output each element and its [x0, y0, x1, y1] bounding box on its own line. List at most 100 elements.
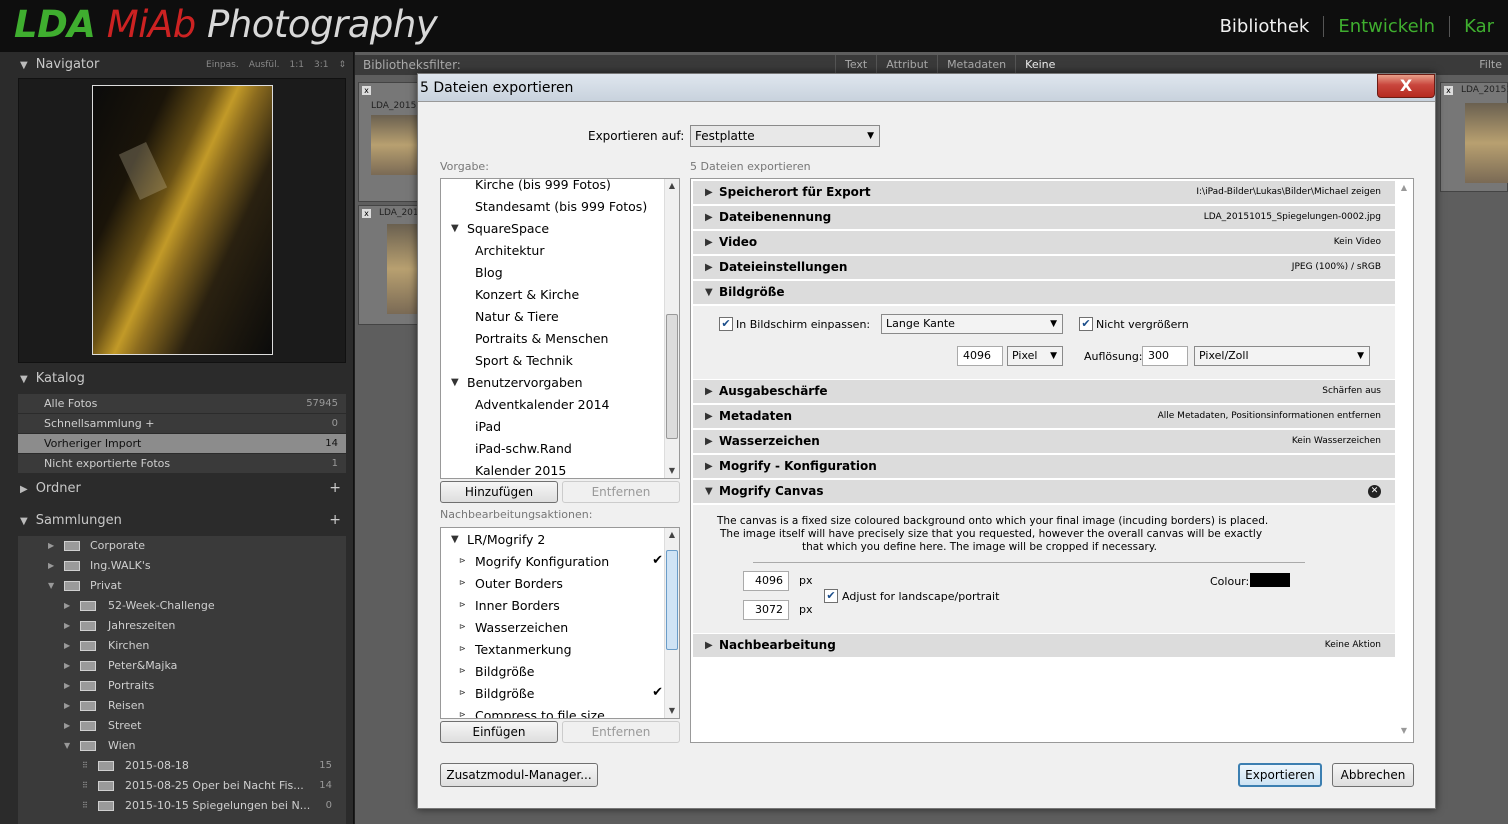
- collapse-triangle-icon[interactable]: ▼: [48, 576, 54, 596]
- adjust-orientation-checkbox[interactable]: ✔: [824, 589, 838, 603]
- collapse-triangle-icon[interactable]: ▼: [451, 534, 459, 545]
- section-watermark[interactable]: ▶ Wasserzeichen Kein Wasserzeichen: [693, 430, 1395, 454]
- catalog-item-quick-collection[interactable]: Schnellsammlung +0: [18, 414, 346, 434]
- post-action-item[interactable]: ⊳ Mogrify Konfiguration ✔: [459, 553, 663, 569]
- grid-cell[interactable]: x LDA_20151: [1440, 82, 1508, 192]
- expand-triangle-icon[interactable]: ▶: [705, 411, 713, 422]
- section-file-naming[interactable]: ▶ Dateibenennung LDA_20151015_Spiegelungen…: [693, 206, 1395, 230]
- module-map[interactable]: Kar: [1449, 16, 1508, 37]
- zoom-3-1[interactable]: 3:1: [314, 60, 328, 70]
- collapse-triangle-icon[interactable]: ▼: [705, 486, 713, 497]
- collapse-triangle-icon[interactable]: ▼: [64, 736, 70, 756]
- section-file-settings[interactable]: ▶ Dateieinstellungen JPEG (100%) / sRGB: [693, 256, 1395, 280]
- collection-item[interactable]: ⠿ 2015-08-25 Oper bei Nacht Fis... 14: [18, 776, 346, 796]
- close-button[interactable]: X: [1377, 74, 1435, 98]
- collection-set[interactable]: ▼ Privat: [18, 576, 346, 596]
- expand-triangle-icon[interactable]: ▶: [705, 262, 713, 273]
- add-preset-button[interactable]: Hinzufügen: [440, 481, 558, 503]
- expand-triangle-icon[interactable]: ▶: [705, 187, 713, 198]
- scroll-thumb[interactable]: [666, 314, 678, 439]
- preset-item[interactable]: Standesamt (bis 999 Fotos): [475, 199, 647, 214]
- collection-item[interactable]: ⠿ 2015-10-15 Spiegelungen bei N... 0: [18, 796, 346, 816]
- reject-flag-icon[interactable]: x: [362, 209, 371, 218]
- collection-set[interactable]: ▶ Kirchen: [18, 636, 346, 656]
- section-output-sharpening[interactable]: ▶ Ausgabeschärfe Schärfen aus: [693, 380, 1395, 404]
- long-edge-size-input[interactable]: 4096: [957, 346, 1003, 366]
- resolution-input[interactable]: 300: [1142, 346, 1188, 366]
- export-button[interactable]: Exportieren: [1238, 763, 1322, 787]
- scroll-up-icon[interactable]: ▲: [665, 528, 679, 542]
- scroll-thumb[interactable]: [666, 550, 678, 650]
- insert-action-button[interactable]: Einfügen: [440, 721, 558, 743]
- preset-item[interactable]: iPad: [475, 419, 501, 434]
- module-library[interactable]: Bibliothek: [1206, 16, 1324, 37]
- cancel-button[interactable]: Abbrechen: [1332, 763, 1414, 787]
- collection-set[interactable]: ▶ Peter&Majka: [18, 656, 346, 676]
- expand-triangle-icon[interactable]: ▶: [64, 676, 70, 696]
- canvas-width-input[interactable]: 4096: [743, 571, 789, 591]
- collection-set[interactable]: ▶ Jahreszeiten: [18, 616, 346, 636]
- scroll-up-icon[interactable]: ▲: [1397, 181, 1411, 195]
- collection-set[interactable]: ▶ 52-Week-Challenge: [18, 596, 346, 616]
- expand-triangle-icon[interactable]: ▶: [64, 596, 70, 616]
- scroll-down-icon[interactable]: ▼: [665, 704, 679, 718]
- remove-action-button[interactable]: Entfernen: [562, 721, 680, 743]
- post-action-item[interactable]: ⊳ Inner Borders: [459, 598, 560, 613]
- preset-item[interactable]: Kirche (bis 999 Fotos): [475, 179, 611, 192]
- preset-item[interactable]: Adventkalender 2014: [475, 397, 610, 412]
- expand-triangle-icon[interactable]: ▶: [64, 616, 70, 636]
- filter-none[interactable]: Keine: [1015, 55, 1064, 75]
- expand-triangle-icon[interactable]: ▶: [64, 716, 70, 736]
- add-folder-plus-icon[interactable]: +: [329, 480, 341, 496]
- preset-item[interactable]: Blog: [475, 265, 503, 280]
- expand-triangle-icon[interactable]: ▶: [48, 536, 54, 556]
- collapse-triangle-icon[interactable]: ▼: [20, 374, 28, 385]
- collection-set[interactable]: ▶ Portraits: [18, 676, 346, 696]
- preset-item[interactable]: Architektur: [475, 243, 544, 258]
- remove-preset-button[interactable]: Entfernen: [562, 481, 680, 503]
- expand-triangle-icon[interactable]: ▶: [64, 696, 70, 716]
- preset-scrollbar[interactable]: ▲ ▼: [664, 179, 679, 478]
- section-post-processing[interactable]: ▶ Nachbearbeitung Keine Aktion: [693, 634, 1395, 658]
- module-develop[interactable]: Entwickeln: [1323, 16, 1449, 37]
- resolution-unit-select[interactable]: Pixel/Zoll ▼: [1194, 346, 1370, 366]
- dont-enlarge-checkbox[interactable]: ✔: [1079, 317, 1093, 331]
- resize-mode-select[interactable]: Lange Kante ▼: [881, 314, 1063, 334]
- add-collection-plus-icon[interactable]: +: [329, 512, 341, 528]
- preset-item[interactable]: Konzert & Kirche: [475, 287, 579, 302]
- expand-triangle-icon[interactable]: ▶: [64, 656, 70, 676]
- navigator-header[interactable]: ▼ Navigator Einpas. Ausfül. 1:1 3:1 ⇕: [16, 53, 350, 77]
- collection-item[interactable]: ⠿ 2015-08-18 15: [18, 756, 346, 776]
- section-mogrify-canvas[interactable]: ▼ Mogrify Canvas ✕: [693, 480, 1395, 504]
- collapse-triangle-icon[interactable]: ▼: [20, 516, 28, 527]
- post-action-item[interactable]: ⊳ Bildgröße: [459, 664, 534, 679]
- resize-to-fit-checkbox[interactable]: ✔: [719, 317, 733, 331]
- preset-item[interactable]: iPad-schw.Rand: [475, 441, 572, 456]
- expand-triangle-icon[interactable]: ▶: [705, 436, 713, 447]
- filter-attribute[interactable]: Attribut: [876, 55, 937, 75]
- collection-set[interactable]: ▼ Wien: [18, 736, 346, 756]
- remove-section-icon[interactable]: ✕: [1368, 485, 1381, 498]
- zoom-fit[interactable]: Einpas.: [206, 60, 239, 70]
- collapse-triangle-icon[interactable]: ▼: [20, 60, 28, 71]
- filter-text[interactable]: Text: [835, 55, 876, 75]
- katalog-header[interactable]: ▼ Katalog: [16, 367, 350, 391]
- post-actions-scrollbar[interactable]: ▲ ▼: [664, 528, 679, 718]
- ordner-header[interactable]: ▶ Ordner: [16, 477, 350, 501]
- section-video[interactable]: ▶ Video Kein Video: [693, 231, 1395, 255]
- preset-folder[interactable]: ▼ SquareSpace: [451, 221, 549, 236]
- post-action-folder[interactable]: ▼ LR/Mogrify 2: [451, 532, 545, 547]
- preset-item[interactable]: Natur & Tiere: [475, 309, 559, 324]
- expand-triangle-icon[interactable]: ▶: [20, 484, 28, 495]
- collapse-triangle-icon[interactable]: ▼: [705, 287, 713, 298]
- sammlungen-header[interactable]: ▼ Sammlungen: [16, 509, 350, 533]
- catalog-item-not-exported[interactable]: Nicht exportierte Fotos 1: [18, 454, 346, 474]
- collection-set[interactable]: ▶ Street: [18, 716, 346, 736]
- collapse-triangle-icon[interactable]: ▼: [451, 377, 459, 388]
- collapse-triangle-icon[interactable]: ▼: [451, 223, 459, 234]
- expand-triangle-icon[interactable]: ▶: [64, 636, 70, 656]
- preset-list[interactable]: Kirche (bis 999 Fotos) Standesamt (bis 9…: [440, 178, 680, 479]
- reject-flag-icon[interactable]: x: [362, 86, 371, 95]
- collection-set[interactable]: ▶ Ing.WALK's: [18, 556, 346, 576]
- section-export-location[interactable]: ▶ Speicherort für Export I:\iPad-Bilder\Lu…: [693, 181, 1395, 205]
